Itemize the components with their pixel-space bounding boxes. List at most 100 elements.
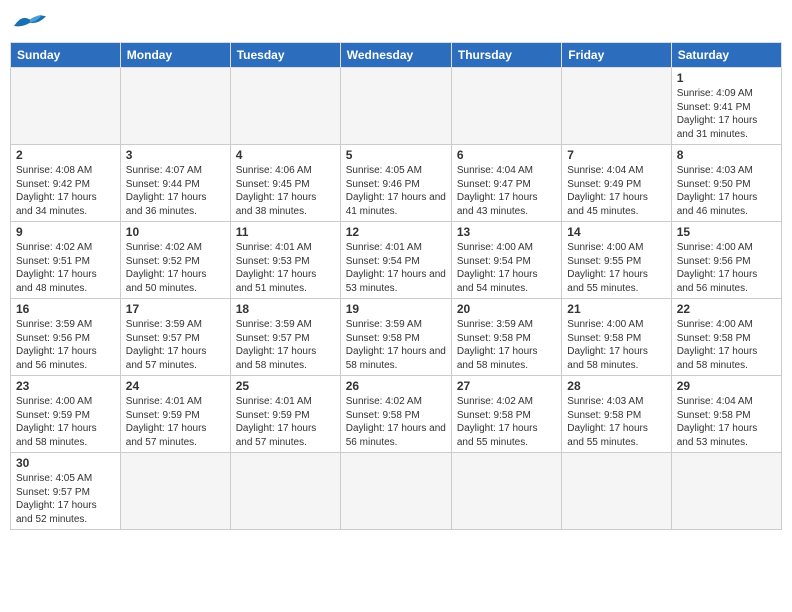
day-number: 7	[567, 148, 665, 162]
logo	[10, 10, 54, 34]
calendar-cell	[340, 453, 451, 530]
calendar-cell	[230, 68, 340, 145]
day-info: Sunrise: 3:59 AMSunset: 9:57 PMDaylight:…	[236, 318, 335, 372]
day-number: 26	[346, 379, 446, 393]
day-info: Sunrise: 4:00 AMSunset: 9:58 PMDaylight:…	[677, 318, 776, 372]
day-info: Sunrise: 4:00 AMSunset: 9:58 PMDaylight:…	[567, 318, 665, 372]
calendar-cell: 20 Sunrise: 3:59 AMSunset: 9:58 PMDayligh…	[451, 299, 561, 376]
calendar-cell: 13Sunrise: 4:00 AMSunset: 9:54 PMDayligh…	[451, 222, 561, 299]
calendar-cell: 11 Sunrise: 4:01 AMSunset: 9:53 PMDayligh…	[230, 222, 340, 299]
calendar-week-4: 16 Sunrise: 3:59 AMSunset: 9:56 PMDayligh…	[11, 299, 782, 376]
day-info: Sunrise: 4:00 AMSunset: 9:55 PMDaylight:…	[567, 241, 665, 295]
weekday-header-sunday: Sunday	[11, 43, 121, 68]
calendar-cell: 23 Sunrise: 4:00 AMSunset: 9:59 PMDayligh…	[11, 376, 121, 453]
calendar-table: SundayMondayTuesdayWednesdayThursdayFrid…	[10, 42, 782, 530]
day-number: 20	[457, 302, 556, 316]
calendar-week-6: 30Sunrise: 4:05 AMSunset: 9:57 PMDayligh…	[11, 453, 782, 530]
day-number: 17	[126, 302, 225, 316]
day-number: 16	[16, 302, 115, 316]
day-info: Sunrise: 4:02 AMSunset: 9:51 PMDaylight:…	[16, 241, 115, 295]
day-info: Sunrise: 4:00 AMSunset: 9:59 PMDaylight:…	[16, 395, 115, 449]
day-info: Sunrise: 3:59 AMSunset: 9:56 PMDaylight:…	[16, 318, 115, 372]
calendar-cell: 25Sunrise: 4:01 AMSunset: 9:59 PMDayligh…	[230, 376, 340, 453]
day-info: Sunrise: 4:02 AMSunset: 9:58 PMDaylight:…	[457, 395, 556, 449]
weekday-header-wednesday: Wednesday	[340, 43, 451, 68]
calendar-cell: 8Sunrise: 4:03 AMSunset: 9:50 PMDaylight…	[671, 145, 781, 222]
day-info: Sunrise: 4:04 AMSunset: 9:47 PMDaylight:…	[457, 164, 556, 218]
day-info: Sunrise: 3:59 AMSunset: 9:58 PMDaylight:…	[457, 318, 556, 372]
day-info: Sunrise: 4:05 AMSunset: 9:46 PMDaylight:…	[346, 164, 446, 218]
weekday-header-friday: Friday	[562, 43, 671, 68]
calendar-cell: 24Sunrise: 4:01 AMSunset: 9:59 PMDayligh…	[120, 376, 230, 453]
day-info: Sunrise: 4:08 AMSunset: 9:42 PMDaylight:…	[16, 164, 115, 218]
calendar-cell: 10 Sunrise: 4:02 AMSunset: 9:52 PMDayligh…	[120, 222, 230, 299]
calendar-cell: 3 Sunrise: 4:07 AMSunset: 9:44 PMDaylight…	[120, 145, 230, 222]
calendar-cell: 14 Sunrise: 4:00 AMSunset: 9:55 PMDayligh…	[562, 222, 671, 299]
calendar-cell: 12 Sunrise: 4:01 AMSunset: 9:54 PMDayligh…	[340, 222, 451, 299]
day-info: Sunrise: 4:00 AMSunset: 9:56 PMDaylight:…	[677, 241, 776, 295]
calendar-week-3: 9 Sunrise: 4:02 AMSunset: 9:51 PMDaylight…	[11, 222, 782, 299]
calendar-cell: 2 Sunrise: 4:08 AMSunset: 9:42 PMDaylight…	[11, 145, 121, 222]
calendar-cell	[230, 453, 340, 530]
calendar-week-1: 1Sunrise: 4:09 AMSunset: 9:41 PMDaylight…	[11, 68, 782, 145]
day-info: Sunrise: 4:02 AMSunset: 9:58 PMDaylight:…	[346, 395, 446, 449]
calendar-cell: 1Sunrise: 4:09 AMSunset: 9:41 PMDaylight…	[671, 68, 781, 145]
calendar-cell	[671, 453, 781, 530]
day-number: 2	[16, 148, 115, 162]
calendar-cell	[120, 68, 230, 145]
day-number: 27	[457, 379, 556, 393]
calendar-cell	[340, 68, 451, 145]
calendar-cell: 16 Sunrise: 3:59 AMSunset: 9:56 PMDayligh…	[11, 299, 121, 376]
calendar-cell: 18 Sunrise: 3:59 AMSunset: 9:57 PMDayligh…	[230, 299, 340, 376]
weekday-header-saturday: Saturday	[671, 43, 781, 68]
day-number: 4	[236, 148, 335, 162]
weekday-header-row: SundayMondayTuesdayWednesdayThursdayFrid…	[11, 43, 782, 68]
calendar-week-5: 23 Sunrise: 4:00 AMSunset: 9:59 PMDayligh…	[11, 376, 782, 453]
calendar-cell: 19 Sunrise: 3:59 AMSunset: 9:58 PMDayligh…	[340, 299, 451, 376]
day-info: Sunrise: 4:04 AMSunset: 9:58 PMDaylight:…	[677, 395, 776, 449]
logo-bird-icon	[10, 10, 50, 34]
day-info: Sunrise: 4:04 AMSunset: 9:49 PMDaylight:…	[567, 164, 665, 218]
day-number: 12	[346, 225, 446, 239]
calendar-cell: 30Sunrise: 4:05 AMSunset: 9:57 PMDayligh…	[11, 453, 121, 530]
day-number: 11	[236, 225, 335, 239]
day-number: 14	[567, 225, 665, 239]
day-number: 9	[16, 225, 115, 239]
calendar-cell: 27 Sunrise: 4:02 AMSunset: 9:58 PMDayligh…	[451, 376, 561, 453]
calendar-cell	[11, 68, 121, 145]
day-info: Sunrise: 4:02 AMSunset: 9:52 PMDaylight:…	[126, 241, 225, 295]
day-number: 23	[16, 379, 115, 393]
calendar-cell: 29 Sunrise: 4:04 AMSunset: 9:58 PMDayligh…	[671, 376, 781, 453]
calendar-cell	[451, 453, 561, 530]
day-info: Sunrise: 4:09 AMSunset: 9:41 PMDaylight:…	[677, 87, 776, 141]
day-number: 13	[457, 225, 556, 239]
day-info: Sunrise: 3:59 AMSunset: 9:58 PMDaylight:…	[346, 318, 446, 372]
calendar-cell: 7 Sunrise: 4:04 AMSunset: 9:49 PMDaylight…	[562, 145, 671, 222]
weekday-header-monday: Monday	[120, 43, 230, 68]
day-info: Sunrise: 3:59 AMSunset: 9:57 PMDaylight:…	[126, 318, 225, 372]
day-number: 10	[126, 225, 225, 239]
calendar-week-2: 2 Sunrise: 4:08 AMSunset: 9:42 PMDaylight…	[11, 145, 782, 222]
page-header	[10, 10, 782, 34]
calendar-cell: 22Sunrise: 4:00 AMSunset: 9:58 PMDayligh…	[671, 299, 781, 376]
calendar-cell: 5Sunrise: 4:05 AMSunset: 9:46 PMDaylight…	[340, 145, 451, 222]
day-info: Sunrise: 4:07 AMSunset: 9:44 PMDaylight:…	[126, 164, 225, 218]
day-number: 3	[126, 148, 225, 162]
calendar-cell	[120, 453, 230, 530]
day-info: Sunrise: 4:01 AMSunset: 9:59 PMDaylight:…	[236, 395, 335, 449]
day-info: Sunrise: 4:03 AMSunset: 9:58 PMDaylight:…	[567, 395, 665, 449]
day-number: 29	[677, 379, 776, 393]
day-number: 19	[346, 302, 446, 316]
day-number: 18	[236, 302, 335, 316]
calendar-cell	[451, 68, 561, 145]
calendar-cell: 28Sunrise: 4:03 AMSunset: 9:58 PMDayligh…	[562, 376, 671, 453]
day-info: Sunrise: 4:01 AMSunset: 9:53 PMDaylight:…	[236, 241, 335, 295]
calendar-cell: 17 Sunrise: 3:59 AMSunset: 9:57 PMDayligh…	[120, 299, 230, 376]
calendar-cell: 26 Sunrise: 4:02 AMSunset: 9:58 PMDayligh…	[340, 376, 451, 453]
day-info: Sunrise: 4:01 AMSunset: 9:54 PMDaylight:…	[346, 241, 446, 295]
calendar-cell	[562, 453, 671, 530]
day-number: 15	[677, 225, 776, 239]
calendar-cell: 4Sunrise: 4:06 AMSunset: 9:45 PMDaylight…	[230, 145, 340, 222]
day-info: Sunrise: 4:05 AMSunset: 9:57 PMDaylight:…	[16, 472, 115, 526]
day-number: 24	[126, 379, 225, 393]
